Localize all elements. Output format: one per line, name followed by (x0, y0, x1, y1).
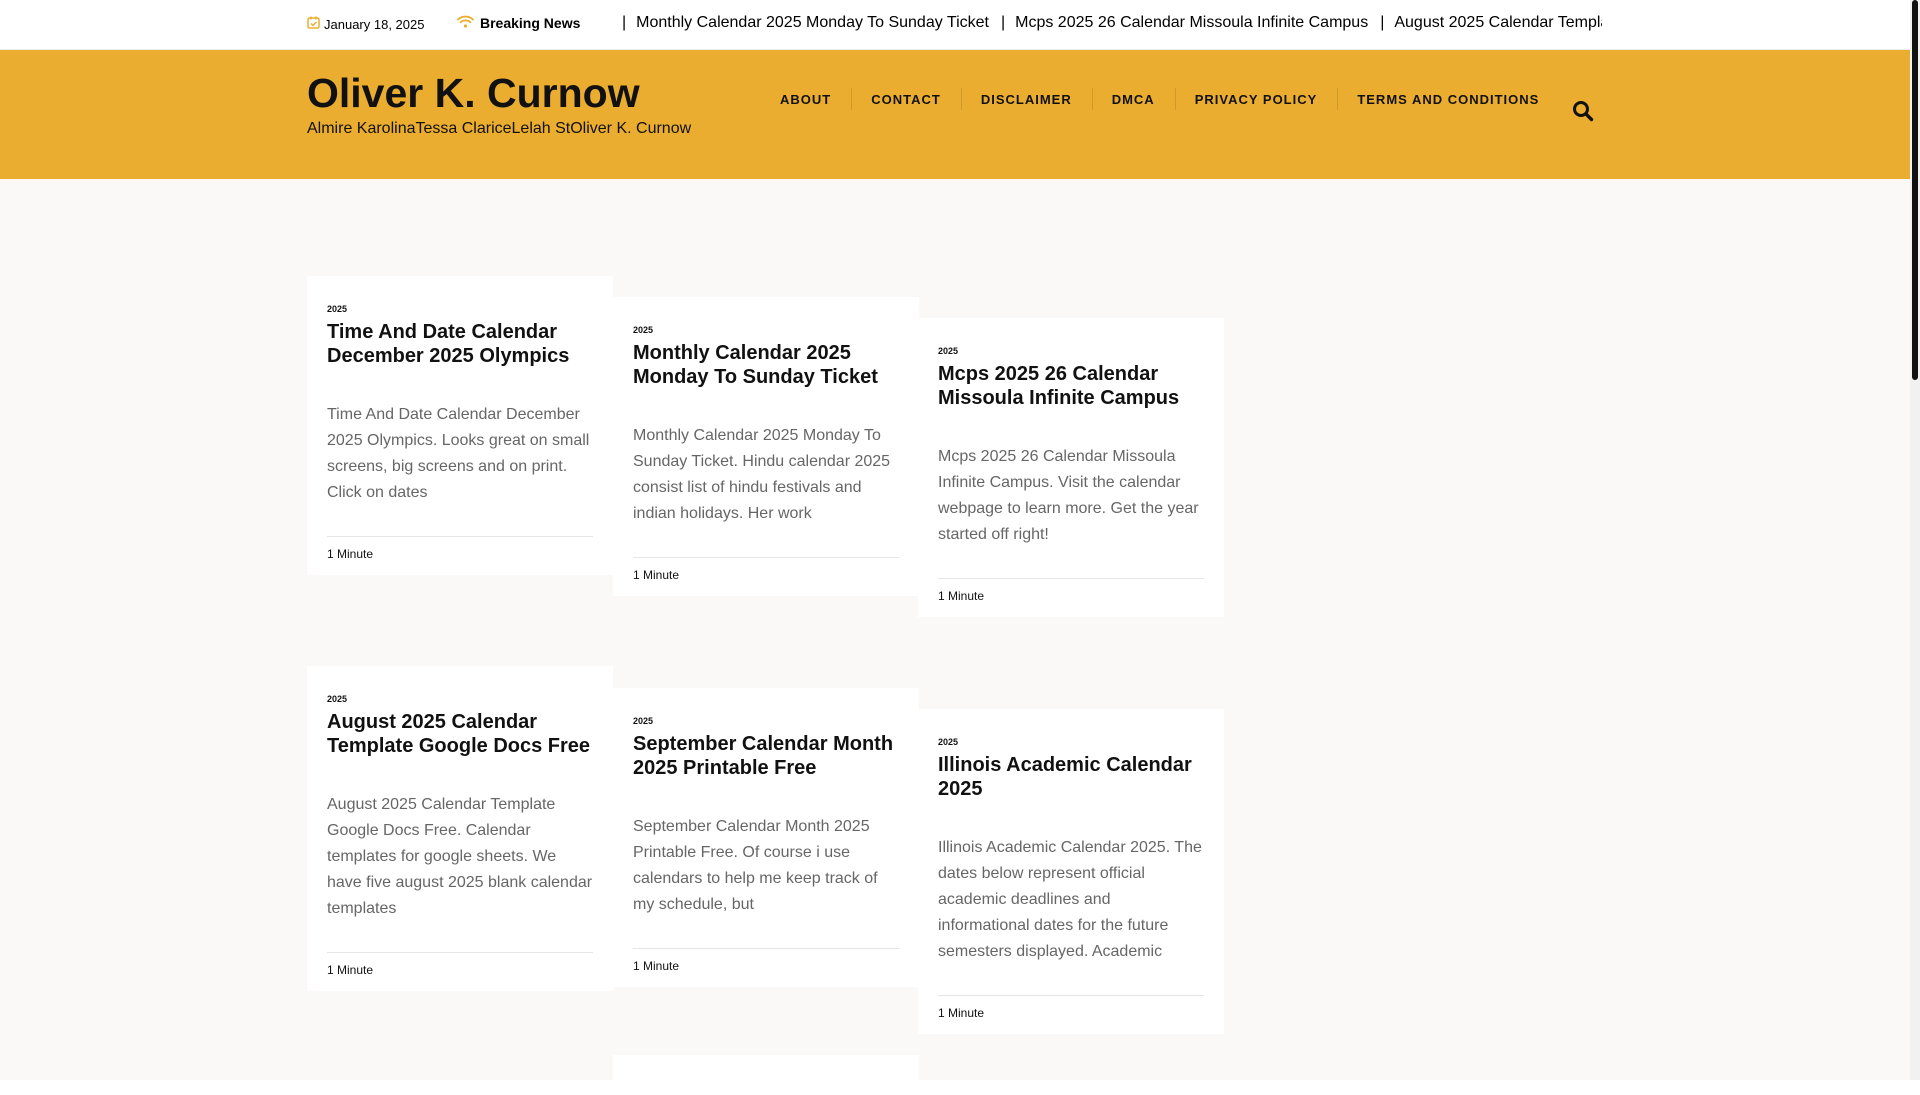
post-category[interactable]: 2025 (633, 325, 899, 335)
site-tagline: Almire KarolinaTessa ClariceLelah StOliv… (307, 120, 692, 137)
scrollbar-thumb[interactable] (1912, 0, 1918, 380)
post-card: 2025 Mcps 2025 26 Calendar Missoula Infi… (918, 318, 1224, 617)
post-card: 2025 Monthly Calendar 2025 Monday To Sun… (613, 297, 919, 596)
post-title[interactable]: August 2025 Calendar Template Google Doc… (327, 710, 593, 758)
read-time: 1 Minute (327, 547, 374, 561)
current-date: January 18, 2025 (307, 16, 424, 32)
breaking-news-label: Breaking News (457, 15, 580, 31)
ticker-separator: | (1380, 14, 1385, 31)
post-title[interactable]: September Calendar Month 2025 Printable … (633, 732, 899, 780)
post-excerpt: September Calendar Month 2025 Printable … (633, 818, 878, 913)
ticker-link[interactable]: Mcps 2025 26 Calendar Missoula Infinite … (1015, 14, 1368, 31)
post-category[interactable]: 2025 (938, 737, 1204, 747)
post-excerpt: Illinois Academic Calendar 2025. The dat… (938, 839, 1202, 960)
read-time: 1 Minute (633, 959, 680, 973)
post-title[interactable]: Illinois Academic Calendar 2025 (938, 753, 1204, 801)
post-title[interactable]: Mcps 2025 26 Calendar Missoula Infinite … (938, 362, 1204, 410)
post-excerpt: August 2025 Calendar Template Google Doc… (327, 796, 593, 917)
post-card-partial (613, 1055, 919, 1095)
nav-item-privacy-policy[interactable]: PRIVACY POLICY (1174, 88, 1338, 110)
site-title[interactable]: Oliver K. Curnow (307, 70, 640, 116)
post-title[interactable]: Time And Date Calendar December 2025 Oly… (327, 320, 593, 368)
main-navigation: ABOUT CONTACT DISCLAIMER DMCA PRIVACY PO… (760, 88, 1559, 110)
nav-item-contact[interactable]: CONTACT (851, 88, 961, 110)
post-card: 2025 August 2025 Calendar Template Googl… (307, 666, 613, 991)
calendar-check-icon (307, 16, 324, 32)
post-excerpt: Mcps 2025 26 Calendar Missoula Infinite … (938, 448, 1199, 543)
read-time: 1 Minute (938, 1006, 985, 1020)
post-title[interactable]: Monthly Calendar 2025 Monday To Sunday T… (633, 341, 899, 389)
nav-item-about[interactable]: ABOUT (760, 92, 851, 107)
top-bar: January 18, 2025 Breaking News | Monthly … (0, 0, 1910, 50)
page-scrollbar[interactable] (1910, 0, 1920, 1080)
nav-item-dmca[interactable]: DMCA (1091, 88, 1175, 110)
post-category[interactable]: 2025 (633, 716, 899, 726)
news-ticker: | Monthly Calendar 2025 Monday To Sunday … (620, 14, 1602, 36)
search-icon (1572, 101, 1594, 126)
post-category[interactable]: 2025 (327, 304, 593, 314)
post-card: 2025 Time And Date Calendar December 202… (307, 276, 613, 575)
nav-item-disclaimer[interactable]: DISCLAIMER (960, 88, 1092, 110)
nav-item-terms-and-conditions[interactable]: TERMS AND CONDITIONS (1337, 88, 1559, 110)
read-time: 1 Minute (938, 589, 985, 603)
read-time: 1 Minute (327, 963, 374, 977)
ticker-link[interactable]: Monthly Calendar 2025 Monday To Sunday T… (636, 14, 989, 31)
wifi-icon (457, 15, 480, 31)
post-category[interactable]: 2025 (938, 346, 1204, 356)
ticker-link[interactable]: August 2025 Calendar Template Google Doc… (1394, 14, 1602, 31)
read-time: 1 Minute (633, 568, 680, 582)
post-category[interactable]: 2025 (327, 694, 593, 704)
post-excerpt: Monthly Calendar 2025 Monday To Sunday T… (633, 427, 891, 522)
post-card: 2025 September Calendar Month 2025 Print… (613, 688, 919, 987)
ticker-separator: | (622, 14, 627, 31)
ticker-separator: | (1000, 14, 1006, 31)
site-header: Oliver K. Curnow Almire KarolinaTessa Cl… (0, 50, 1910, 179)
search-button[interactable] (1572, 100, 1594, 122)
breaking-news-text: Breaking News (480, 15, 581, 31)
date-text: January 18, 2025 (324, 16, 425, 32)
post-card: 2025 Illinois Academic Calendar 2025 Ill… (918, 709, 1224, 1034)
post-excerpt: Time And Date Calendar December 2025 Oly… (327, 406, 590, 501)
